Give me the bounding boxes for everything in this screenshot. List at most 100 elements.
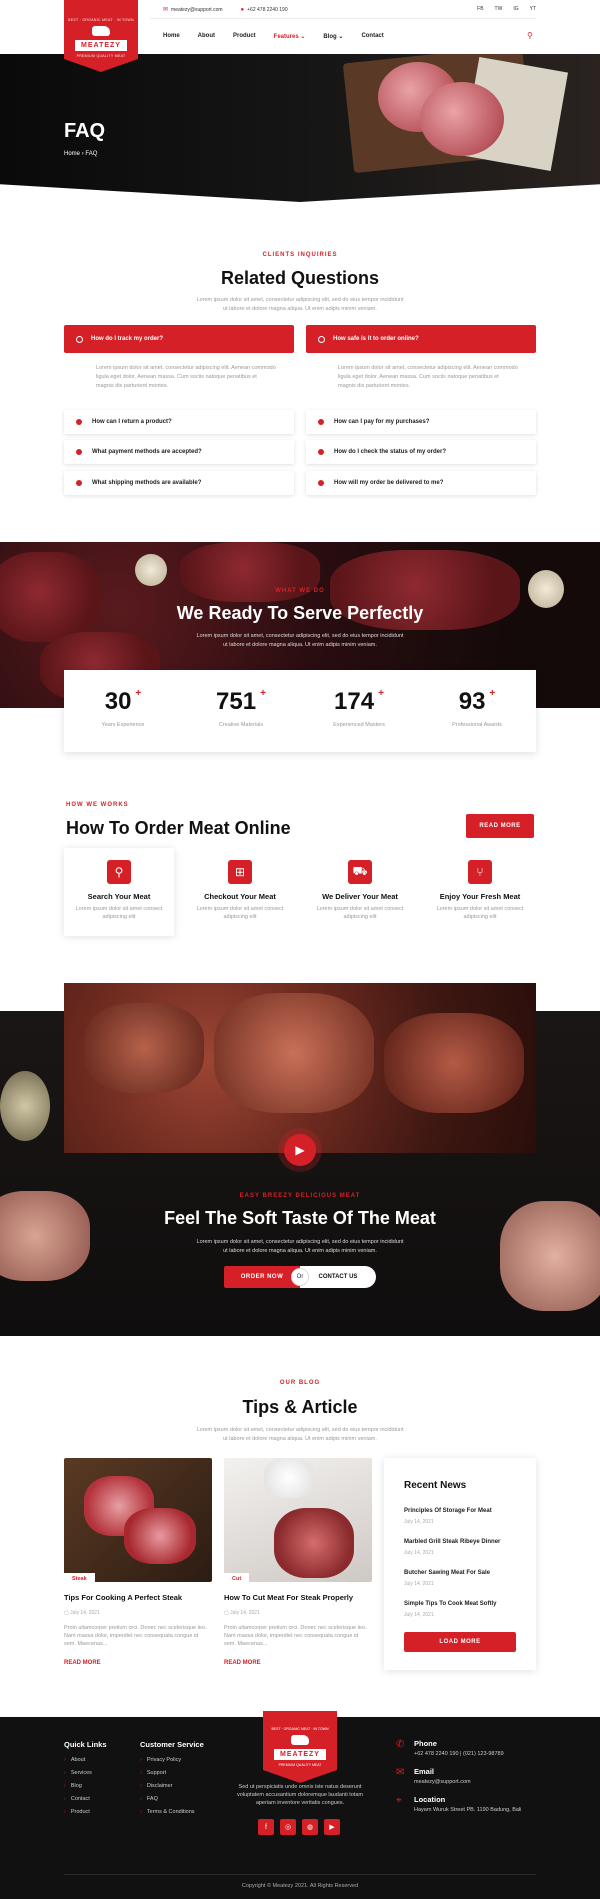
nav-home[interactable]: Home: [163, 33, 180, 40]
order-now-button[interactable]: ORDER NOW: [224, 1266, 300, 1288]
footer-link[interactable]: › Support: [140, 1770, 166, 1776]
truck-icon: ⛟: [348, 860, 372, 884]
faq-answer-left: Lorem ipsum dolor sit amet, consectetur …: [96, 365, 276, 389]
recent-item[interactable]: Butcher Sawing Meat For Sale: [404, 1570, 490, 1576]
plus-circle-icon: [318, 419, 324, 425]
minus-circle-icon: [318, 335, 325, 343]
dribbble-icon[interactable]: ◍: [302, 1819, 318, 1835]
step-card[interactable]: ⊞ Checkout Your Meat Lorem ipsum dolor s…: [185, 848, 295, 936]
phone-value[interactable]: +62 478 2240 190 | (021) 123-98789: [414, 1751, 504, 1757]
faq-item[interactable]: What payment methods are accepted?: [64, 440, 294, 464]
meat-image: [274, 1508, 354, 1578]
social-youtube[interactable]: YT: [530, 6, 536, 12]
cutlery-icon: ⑂: [468, 860, 492, 884]
meat-image: [0, 1191, 90, 1281]
nav-product[interactable]: Product: [233, 33, 256, 40]
blog-kicker: OUR BLOG: [279, 1380, 321, 1386]
post-tag[interactable]: Cut: [224, 1573, 250, 1585]
header-email[interactable]: meatezy@support.com: [171, 7, 222, 13]
meat-image: [0, 552, 100, 642]
breadcrumb-current: FAQ: [85, 151, 98, 157]
faq-item[interactable]: How will my order be delivered to me?: [306, 471, 536, 495]
search-icon[interactable]: ⚲: [527, 31, 533, 40]
contact-us-button[interactable]: CONTACT US: [300, 1266, 376, 1288]
faq-item[interactable]: How do I check the status of my order?: [306, 440, 536, 464]
blog-image[interactable]: [64, 1458, 212, 1582]
post-read-more[interactable]: READ MORE: [64, 1660, 101, 1666]
load-more-button[interactable]: LOAD MORE: [404, 1632, 516, 1652]
footer-divider: [64, 1874, 536, 1875]
recent-item[interactable]: Marbled Grill Steak Ribeye Dinner: [404, 1539, 500, 1545]
post-tag[interactable]: Steak: [64, 1573, 95, 1585]
steak-image: [124, 1508, 196, 1564]
email-icon: ✉: [163, 7, 169, 13]
faq-open-right[interactable]: How safe is it to order online?: [306, 325, 536, 353]
search-icon: ⚲: [107, 860, 131, 884]
plus-circle-icon: [318, 480, 324, 486]
recent-news-panel: Recent News Principles Of Storage For Me…: [384, 1458, 536, 1670]
youtube-icon[interactable]: ▶: [324, 1819, 340, 1835]
meat-image: [214, 993, 374, 1113]
step-card[interactable]: ⑂ Enjoy Your Fresh Meat Lorem ipsum dolo…: [425, 848, 535, 936]
footer-link[interactable]: › Disclaimer: [140, 1783, 173, 1789]
facebook-icon[interactable]: f: [258, 1819, 274, 1835]
chef-image: [264, 1458, 314, 1498]
play-icon: ▶: [295, 1143, 305, 1157]
blog-subtitle: Lorem ipsum dolor sit amet, consectetur …: [196, 1427, 404, 1442]
taste-title: Feel The Soft Taste Of The Meat: [164, 1208, 436, 1228]
footer-link[interactable]: › Privacy Policy: [140, 1757, 181, 1763]
social-twitter[interactable]: TW: [495, 6, 503, 12]
footer-link[interactable]: › About: [64, 1757, 85, 1763]
meat-image: [384, 1013, 524, 1113]
blog-image[interactable]: [224, 1458, 372, 1582]
play-button[interactable]: ▶: [284, 1134, 316, 1166]
social-facebook[interactable]: FB: [477, 6, 483, 12]
post-title[interactable]: Tips For Cooking A Perfect Steak: [64, 1593, 182, 1602]
main-nav: Home About Product Features ⌄ Blog ⌄ Con…: [163, 33, 384, 40]
plus-circle-icon: [76, 419, 82, 425]
read-more-button[interactable]: READ MORE: [466, 814, 534, 838]
faq-item[interactable]: How can I pay for my purchases?: [306, 410, 536, 434]
step-card[interactable]: ⛟ We Deliver Your Meat Lorem ipsum dolor…: [305, 848, 415, 936]
stat-item: 30 + Years Experience: [101, 688, 145, 728]
plus-circle-icon: [76, 449, 82, 455]
footer-logo[interactable]: BEST · ORGANIC MEAT · IN TOWN MEATEZY PR…: [263, 1711, 337, 1783]
nav-about[interactable]: About: [198, 33, 215, 40]
nav-blog[interactable]: Blog ⌄: [323, 33, 343, 40]
logo-tagline-top: BEST · ORGANIC MEAT · IN TOWN: [68, 17, 134, 22]
nav-contact[interactable]: Contact: [361, 33, 383, 40]
step-card[interactable]: ⚲ Search Your Meat Lorem ipsum dolor sit…: [64, 848, 174, 936]
recent-item[interactable]: Principles Of Storage For Meat: [404, 1508, 492, 1514]
phone-title: Phone: [414, 1739, 437, 1748]
post-title[interactable]: How To Cut Meat For Steak Properly: [224, 1593, 353, 1602]
faq-answer-right: Lorem ipsum dolor sit amet, consectetur …: [338, 365, 518, 389]
social-instagram[interactable]: IG: [513, 6, 518, 12]
recent-item[interactable]: Simple Tips To Cook Meat Softly: [404, 1601, 496, 1607]
stats-card: 30 + Years Experience 751 + Creative Materia…: [64, 670, 536, 752]
footer-link[interactable]: › Services: [64, 1770, 92, 1776]
faq-open-left[interactable]: How do I track my order?: [64, 325, 294, 353]
footer-link[interactable]: › Product: [64, 1809, 90, 1815]
faq-item[interactable]: What shipping methods are available?: [64, 471, 294, 495]
taste-subtitle: Lorem ipsum dolor sit amet, consectetur …: [196, 1239, 404, 1254]
header-phone[interactable]: +62 478 2240 190: [247, 7, 287, 13]
instagram-icon[interactable]: ◎: [280, 1819, 296, 1835]
post-read-more[interactable]: READ MORE: [224, 1660, 261, 1666]
footer-link[interactable]: › Terms & Conditions: [140, 1809, 195, 1815]
footer-link[interactable]: › Blog: [64, 1783, 82, 1789]
breadcrumb-home[interactable]: Home: [64, 151, 80, 157]
footer-link[interactable]: › Contact: [64, 1796, 90, 1802]
recent-title: Recent News: [404, 1480, 467, 1491]
footer-link[interactable]: › FAQ: [140, 1796, 158, 1802]
or-badge: Or: [291, 1268, 309, 1286]
faq-kicker: CLIENTS INQUIRIES: [262, 252, 338, 258]
meat-image: [84, 1003, 204, 1093]
post-excerpt: Proin ullamcorper pretium orci. Donec ne…: [64, 1625, 207, 1647]
chevron-down-icon: ⌄: [300, 34, 306, 40]
nav-features[interactable]: Features ⌄: [274, 33, 306, 40]
serve-kicker: WHAT WE DO: [275, 588, 325, 594]
email-value[interactable]: meatezy@support.com: [414, 1779, 471, 1785]
faq-item[interactable]: How can I return a product?: [64, 410, 294, 434]
video-thumbnail[interactable]: [64, 983, 536, 1153]
brand-logo[interactable]: BEST · ORGANIC MEAT · IN TOWN MEATEZY PR…: [64, 0, 138, 72]
